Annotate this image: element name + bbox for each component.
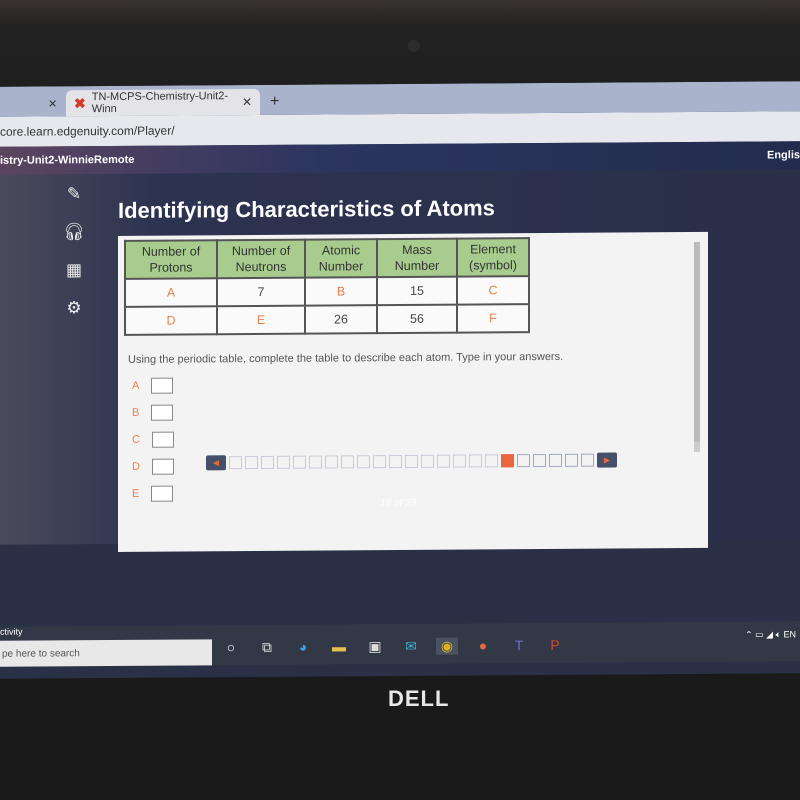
answer-e: E (132, 485, 174, 502)
page-indicator[interactable] (229, 456, 242, 470)
answer-label: C (132, 433, 140, 446)
page-indicator[interactable] (277, 455, 290, 469)
cortana-icon[interactable]: ○ (220, 639, 242, 656)
tray-icons: ⌃ ▭ ◢ 🔈︎ (745, 629, 784, 640)
page-indicator[interactable] (581, 453, 594, 467)
cell: 15 (377, 276, 457, 306)
answer-input[interactable] (151, 404, 174, 421)
answer-b: B (132, 404, 174, 421)
edge-icon[interactable]: ◕ (292, 639, 314, 656)
page-indicator[interactable] (293, 455, 306, 469)
cell: C (457, 276, 529, 305)
page-indicator[interactable] (437, 454, 450, 468)
column-header: Number of Neutrons (217, 239, 305, 279)
page-indicator[interactable] (261, 455, 274, 469)
page-indicator[interactable] (341, 455, 354, 469)
toolbar: ✎ 🎧︎ ▦ ⚙ (62, 184, 86, 318)
origin-icon[interactable]: ● (472, 637, 494, 654)
answer-label: D (132, 460, 140, 473)
player: ✎ 🎧︎ ▦ ⚙ Identifying Characteristics of … (0, 169, 800, 552)
powerpoint-icon[interactable]: P (544, 637, 566, 654)
store-icon[interactable]: ▣ (364, 638, 386, 655)
system-tray[interactable]: ⌃ ▭ ◢ 🔈︎ EN (745, 629, 796, 640)
page-indicator[interactable] (421, 454, 434, 468)
answer-input[interactable] (151, 377, 174, 394)
page-indicator[interactable] (517, 454, 530, 468)
page-count: 18 of 23 (380, 497, 417, 510)
calculator-icon[interactable]: ▦ (62, 260, 86, 280)
answer-c: C (132, 431, 174, 448)
cell: E (217, 305, 305, 335)
cell: D (125, 306, 217, 335)
column-header: Mass Number (377, 238, 457, 278)
edgenuity-icon: ✖ (74, 94, 86, 111)
scrollbar[interactable] (694, 241, 700, 452)
mail-icon[interactable]: ✉ (400, 638, 422, 655)
column-header: Atomic Number (305, 239, 377, 278)
column-header: Number of Protons (125, 240, 217, 279)
answer-input[interactable] (151, 485, 174, 502)
answer-label: E (132, 487, 140, 500)
page-indicator[interactable] (309, 455, 322, 469)
taskbar-search[interactable]: pe here to search (0, 639, 212, 667)
tab-title: TN-MCPS-Chemistry-Unit2-Winn (91, 90, 229, 116)
answer-d: D (132, 458, 174, 475)
page-indicator[interactable] (453, 454, 466, 468)
page-indicator[interactable] (501, 454, 514, 468)
page-indicator[interactable] (245, 455, 258, 470)
table-row: D E 26 56 F (125, 304, 529, 335)
cell: 7 (217, 277, 305, 307)
pencil-icon[interactable]: ✎ (62, 184, 86, 204)
answer-label: A (132, 379, 140, 392)
next-page-button[interactable]: ▶ (597, 452, 617, 468)
file-explorer-icon[interactable]: ▬ (328, 638, 350, 655)
gear-icon[interactable]: ⚙ (62, 298, 86, 318)
prev-page-button[interactable]: ◀ (206, 455, 226, 471)
atom-table: Number of Protons Number of Neutrons Atomi… (124, 237, 530, 336)
teams-icon[interactable]: T (508, 637, 530, 654)
page-indicator[interactable] (469, 454, 482, 468)
chrome-icon[interactable]: ◉ (436, 637, 458, 655)
task-view-icon[interactable]: ⧉ (256, 639, 278, 656)
activity-label: ctivity (0, 626, 23, 637)
cell: 26 (305, 305, 377, 334)
answer-input[interactable] (151, 458, 174, 475)
answer-label: B (132, 406, 140, 419)
answer-input[interactable] (151, 431, 174, 448)
instructions: Using the periodic table, complete the t… (128, 350, 564, 366)
page-indicator[interactable] (389, 454, 402, 469)
cell: A (125, 278, 217, 307)
page-indicator[interactable] (533, 453, 546, 468)
dell-logo: DELL (388, 686, 450, 711)
tab-close-prev[interactable]: ✕ (48, 90, 57, 116)
page-indicator[interactable] (565, 453, 578, 467)
language-indicator[interactable]: EN (783, 629, 796, 639)
new-tab-button[interactable]: + (270, 89, 279, 115)
webcam (408, 40, 420, 52)
tab-active[interactable]: ✖ TN-MCPS-Chemistry-Unit2-Winn ✕ (66, 88, 260, 117)
headphones-icon[interactable]: 🎧︎ (62, 222, 86, 242)
close-icon[interactable]: ✕ (242, 95, 252, 109)
laptop-bezel (0, 0, 800, 86)
page-indicator[interactable] (485, 454, 498, 468)
pagination: ◀ ▶ (206, 452, 617, 471)
cell: 56 (377, 304, 457, 334)
page-indicator[interactable] (405, 454, 418, 468)
cell: B (305, 277, 377, 306)
table-row: A 7 B 15 C (125, 276, 529, 307)
page-indicator[interactable] (549, 453, 562, 467)
page-indicator[interactable] (325, 455, 338, 469)
answer-a: A (132, 377, 174, 394)
cell: F (457, 304, 529, 333)
taskbar: ctivity pe here to search ○ ⧉ ◕ ▬ ▣ ✉ ◉ … (0, 621, 800, 667)
tab-bar: ✕ ✖ TN-MCPS-Chemistry-Unit2-Winn ✕ + (0, 81, 800, 117)
course-title: istry-Unit2-WinnieRemote (0, 153, 135, 167)
page-indicator[interactable] (373, 455, 386, 469)
page-title: Identifying Characteristics of Atoms (118, 195, 495, 223)
language-button[interactable]: Englis (767, 149, 800, 161)
screen: ✕ ✖ TN-MCPS-Chemistry-Unit2-Winn ✕ + cor… (0, 81, 800, 679)
column-header: Element (symbol) (457, 238, 529, 277)
page-indicator[interactable] (357, 455, 370, 469)
